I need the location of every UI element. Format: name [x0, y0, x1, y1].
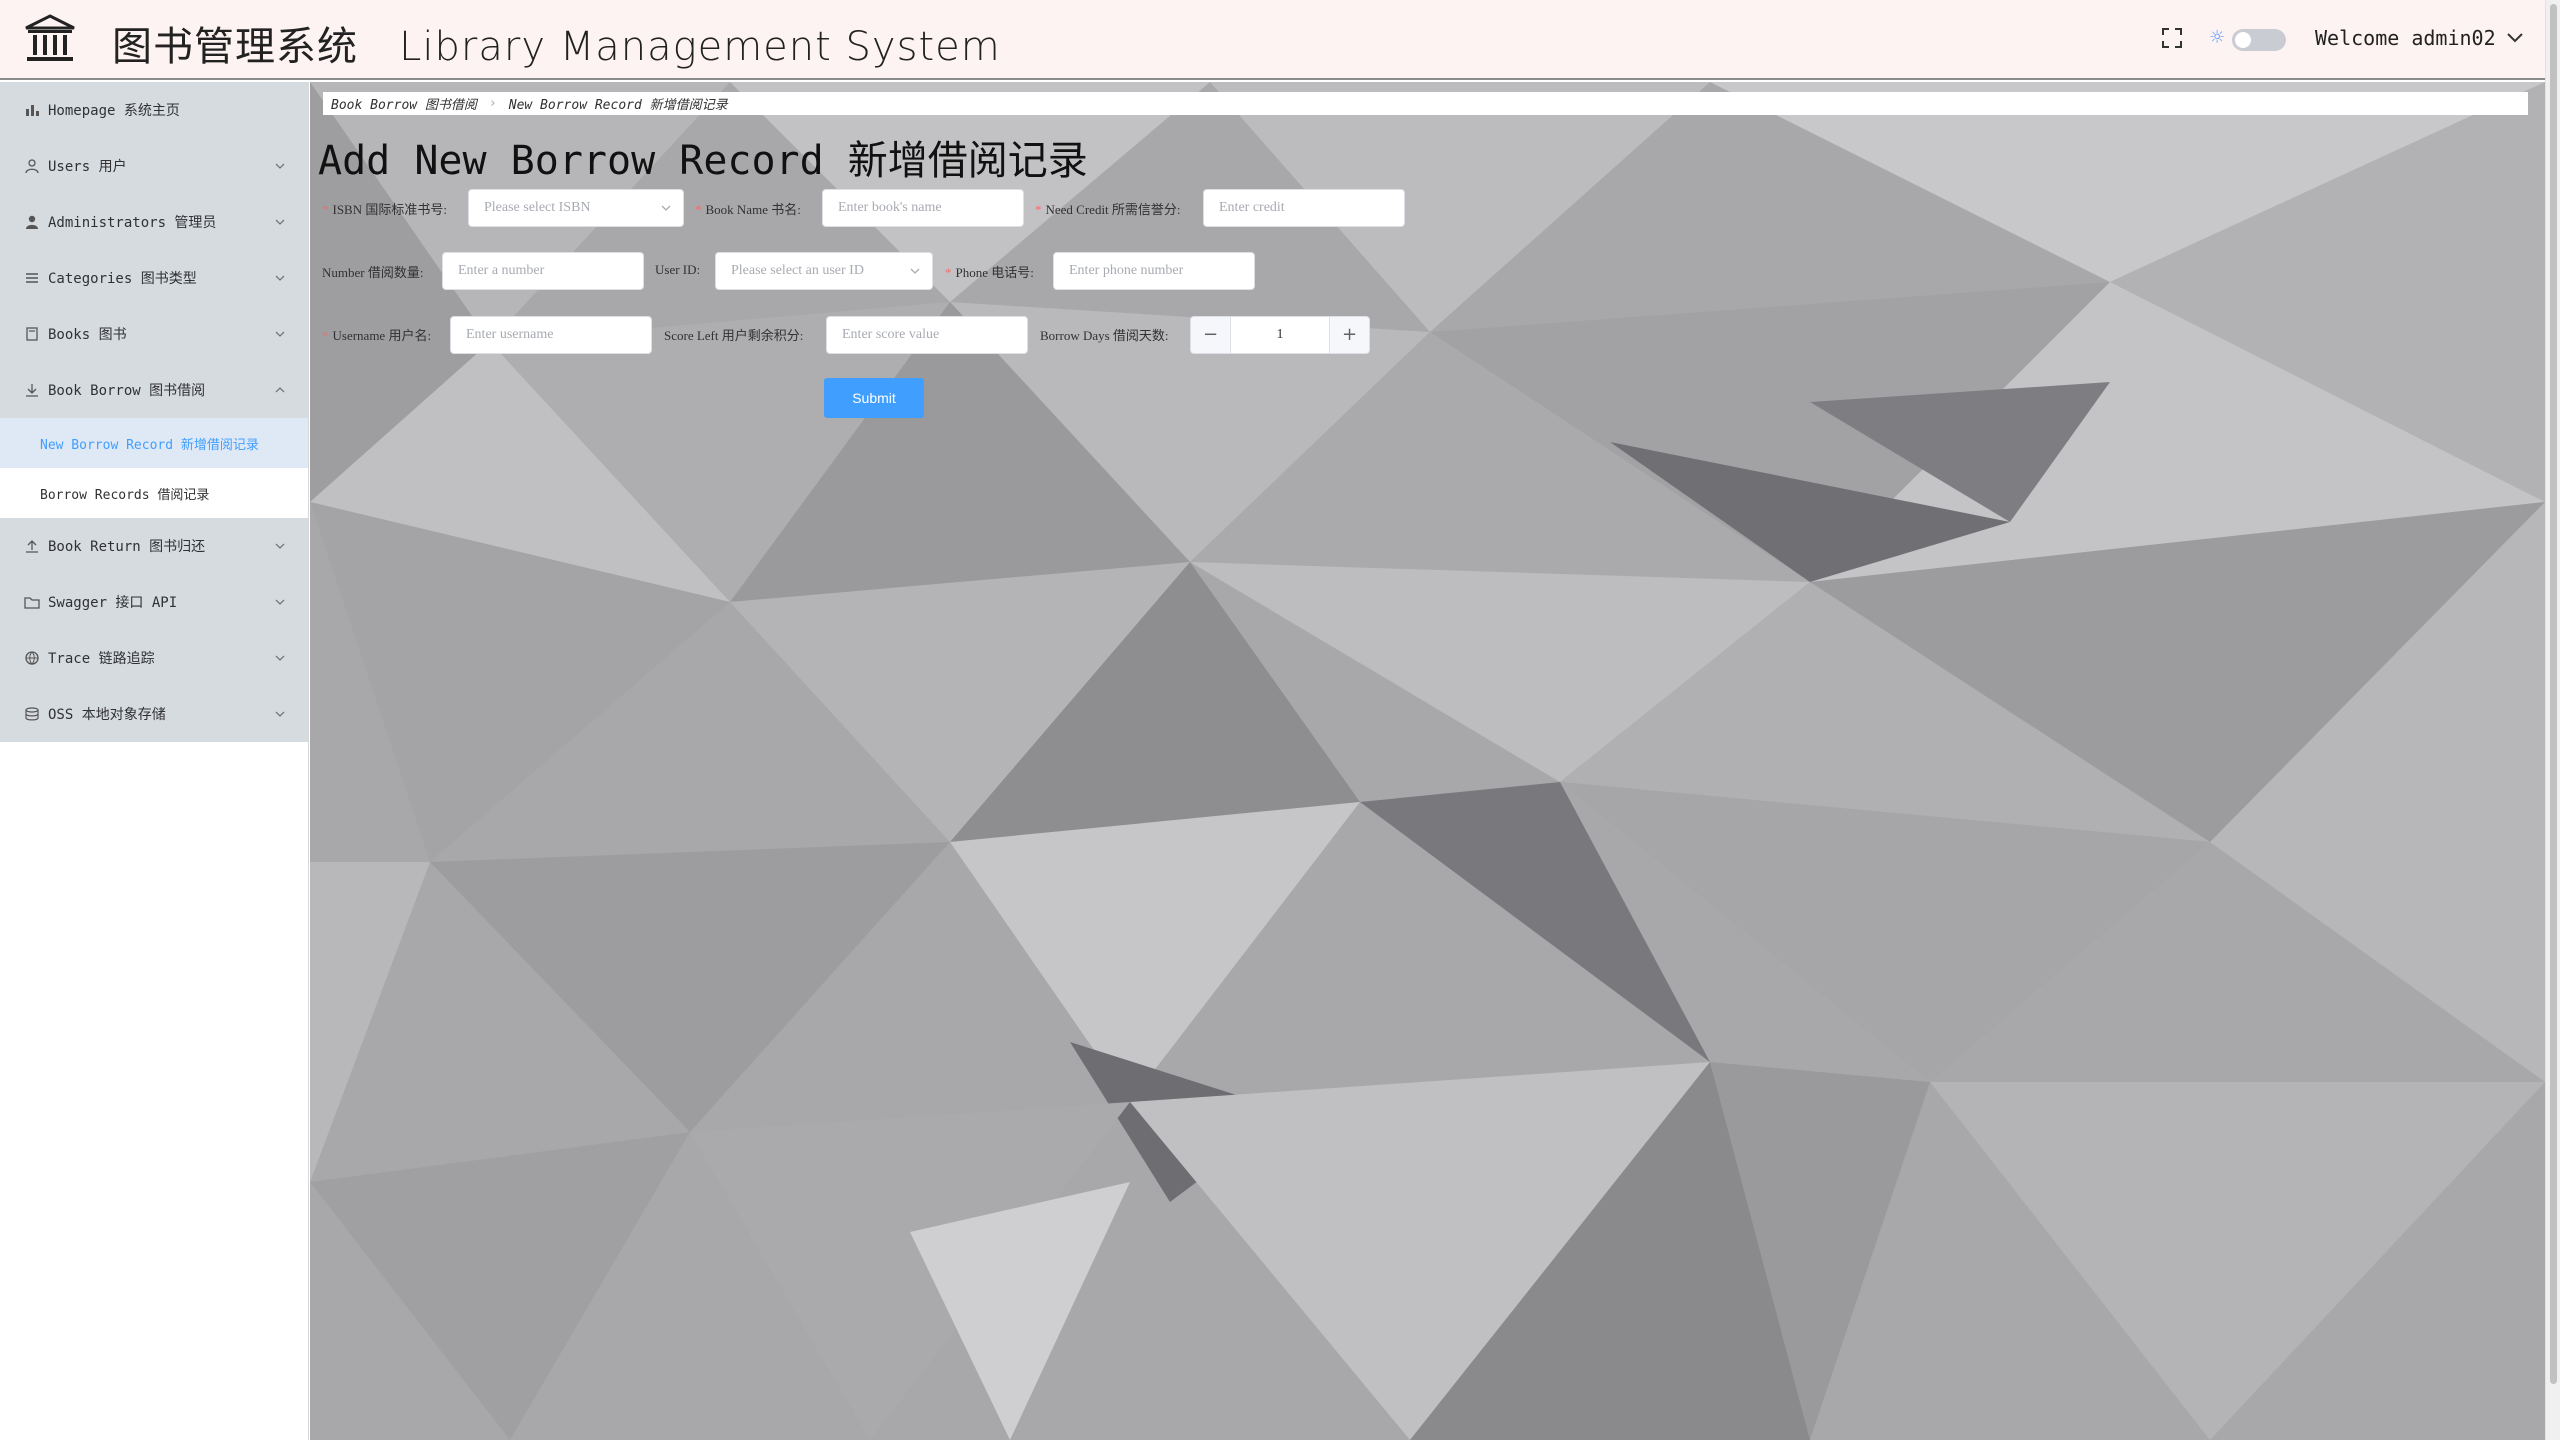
theme-toggle[interactable]	[2232, 29, 2286, 51]
sidebar-subitem-borrow-records[interactable]: Borrow Records 借阅记录	[0, 468, 308, 518]
chevron-down-icon	[2506, 33, 2523, 43]
scrollbar-thumb[interactable]	[2550, 4, 2557, 1384]
sidebar-item-label: Homepage 系统主页	[48, 103, 180, 119]
chevron-up-icon	[275, 387, 285, 393]
book-icon	[26, 327, 38, 341]
sidebar-subitem-new-borrow-record[interactable]: New Borrow Record 新增借阅记录	[0, 418, 308, 468]
sidebar-item-label: Book Return 图书归还	[48, 539, 206, 555]
sidebar-item-swagger[interactable]: Swagger 接口 API	[0, 574, 308, 630]
app-title: 图书管理系统 Library Management System	[112, 24, 1001, 70]
chevron-down-icon	[275, 219, 285, 225]
chevron-down-icon	[275, 599, 285, 605]
sidebar-item-label: Book Borrow 图书借阅	[48, 383, 206, 399]
number-label: Number 借阅数量:	[322, 265, 424, 280]
sidebar-item-label: OSS 本地对象存储	[48, 707, 166, 723]
breadcrumb-separator-icon: ›	[488, 96, 497, 111]
need-credit-label: * Need Credit 所需信誉分:	[1035, 202, 1181, 217]
sidebar-item-label: Swagger 接口 API	[48, 595, 178, 611]
username-label: * Username 用户名:	[322, 328, 432, 343]
chevron-down-icon	[275, 543, 285, 549]
sidebar-item-label: Users 用户	[48, 159, 127, 175]
required-asterisk: *	[322, 202, 329, 217]
sidebar-item-homepage[interactable]: Homepage 系统主页	[0, 82, 308, 138]
sidebar-item-users[interactable]: Users 用户	[0, 138, 308, 194]
low-poly-background	[310, 82, 2545, 1440]
chevron-down-icon	[275, 711, 285, 717]
chevron-down-icon	[661, 205, 671, 211]
sidebar: Homepage 系统主页 Users 用户 Administrators 管理…	[0, 82, 309, 1440]
borrow-days-value[interactable]: 1	[1231, 317, 1329, 353]
sidebar-menu: Homepage 系统主页 Users 用户 Administrators 管理…	[0, 82, 308, 742]
chevron-down-icon	[275, 275, 285, 281]
borrow-days-stepper[interactable]: − 1 +	[1190, 316, 1370, 354]
need-credit-input[interactable]	[1203, 189, 1405, 227]
score-left-input[interactable]	[826, 316, 1028, 354]
isbn-label: * ISBN 国际标准书号:	[322, 202, 447, 217]
list-icon	[26, 273, 38, 283]
breadcrumb: Book Borrow 图书借阅 › New Borrow Record 新增借…	[323, 92, 2528, 115]
download-icon	[26, 384, 38, 397]
isbn-input[interactable]	[468, 189, 684, 227]
admin-icon	[26, 215, 38, 229]
fullscreen-icon[interactable]	[2161, 27, 2183, 49]
welcome-text: Welcome admin02	[2315, 26, 2496, 50]
chevron-down-icon	[910, 268, 920, 274]
sidebar-item-label: Categories 图书类型	[48, 271, 197, 287]
sidebar-item-administrators[interactable]: Administrators 管理员	[0, 194, 308, 250]
sidebar-item-oss[interactable]: OSS 本地对象存储	[0, 686, 308, 742]
score-left-label: Score Left 用户剩余积分:	[664, 328, 804, 343]
username-input[interactable]	[450, 316, 652, 354]
number-input[interactable]	[442, 252, 644, 290]
sidebar-item-label: Trace 链路追踪	[48, 651, 155, 667]
book-name-input[interactable]	[822, 189, 1024, 227]
sidebar-item-book-borrow[interactable]: Book Borrow 图书借阅	[0, 362, 308, 418]
required-asterisk: *	[1035, 202, 1042, 217]
sidebar-item-label: Books 图书	[48, 327, 127, 343]
toggle-knob	[2235, 32, 2251, 48]
user-id-select[interactable]	[715, 252, 933, 290]
sun-icon: ☼	[2209, 27, 2226, 48]
isbn-select[interactable]	[468, 189, 684, 227]
user-id-label: User ID:	[655, 262, 701, 277]
user-id-input[interactable]	[715, 252, 933, 290]
chevron-down-icon	[275, 655, 285, 661]
required-asterisk: *	[322, 328, 329, 343]
bar-chart-icon	[26, 105, 39, 116]
database-icon	[25, 707, 39, 721]
sidebar-item-trace[interactable]: Trace 链路追踪	[0, 630, 308, 686]
globe-icon	[25, 651, 39, 665]
required-asterisk: *	[945, 265, 952, 280]
sidebar-item-label: Administrators 管理员	[48, 215, 217, 231]
chevron-down-icon	[275, 163, 285, 169]
phone-input[interactable]	[1053, 252, 1255, 290]
decrement-button[interactable]: −	[1191, 317, 1231, 353]
sidebar-item-books[interactable]: Books 图书	[0, 306, 308, 362]
main-content: Book Borrow 图书借阅 › New Borrow Record 新增借…	[310, 82, 2545, 1440]
folder-icon	[24, 597, 40, 609]
breadcrumb-current: New Borrow Record 新增借阅记录	[508, 98, 728, 113]
sidebar-item-categories[interactable]: Categories 图书类型	[0, 250, 308, 306]
submit-button[interactable]: Submit	[824, 378, 924, 418]
page-scrollbar[interactable]	[2545, 0, 2560, 1440]
user-menu[interactable]: Welcome admin02	[2315, 26, 2524, 50]
phone-label: * Phone 电话号:	[945, 265, 1034, 280]
borrow-days-label: Borrow Days 借阅天数:	[1040, 328, 1169, 343]
breadcrumb-parent[interactable]: Book Borrow 图书借阅	[331, 94, 477, 113]
book-name-label: * Book Name 书名:	[695, 202, 801, 217]
page-title: Add New Borrow Record 新增借阅记录	[318, 138, 1088, 184]
bank-icon	[25, 14, 75, 61]
sidebar-item-book-return[interactable]: Book Return 图书归还	[0, 518, 308, 574]
app-header: 图书管理系统 Library Management System ☼ Welco…	[0, 0, 2545, 80]
upload-icon	[26, 540, 38, 553]
increment-button[interactable]: +	[1329, 317, 1369, 353]
required-asterisk: *	[695, 202, 702, 217]
chevron-down-icon	[275, 331, 285, 337]
user-icon	[25, 159, 39, 174]
